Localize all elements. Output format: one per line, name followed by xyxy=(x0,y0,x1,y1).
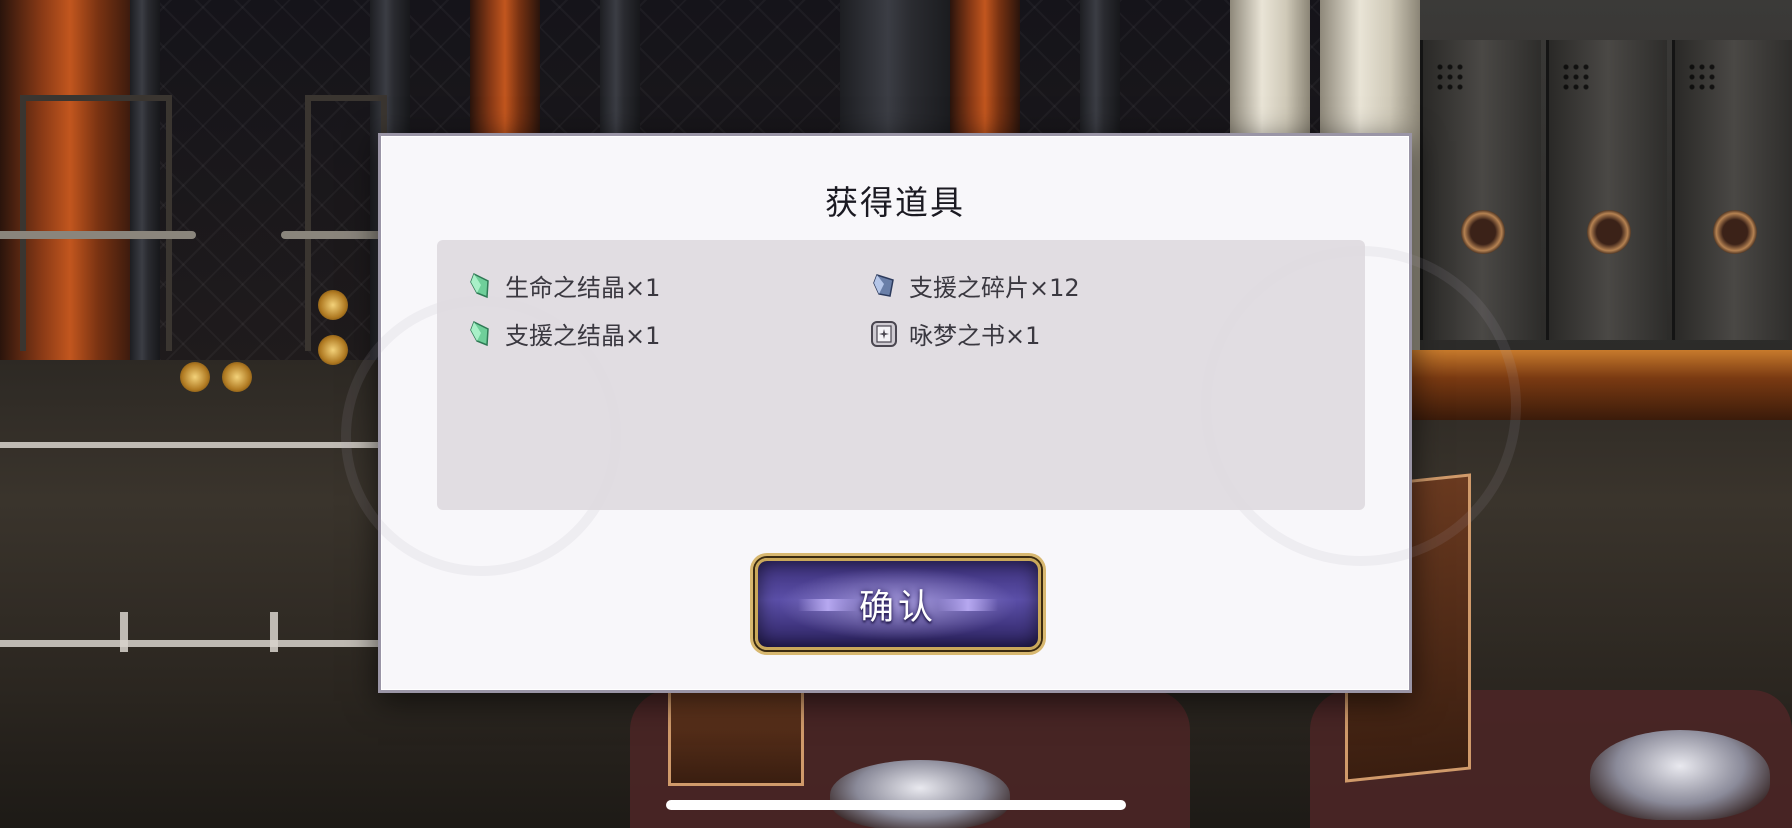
dumbbell xyxy=(318,290,348,320)
blue-shard-icon xyxy=(869,271,899,301)
floor-line xyxy=(0,442,380,448)
dialog-title: 获得道具 xyxy=(825,183,965,222)
dumbbell xyxy=(180,362,210,392)
dumbbell xyxy=(318,335,348,365)
reward-item-label: 支援之结晶×1 xyxy=(505,322,661,350)
home-indicator[interactable] xyxy=(666,800,1126,810)
floor-line xyxy=(0,640,380,647)
button-ornament xyxy=(798,599,858,611)
items-panel: 生命之结晶×1 支援之碎片×12 支援之结晶×1 咏梦之书×1 xyxy=(437,240,1365,510)
exercise-machine xyxy=(1590,730,1770,820)
exercise-machine xyxy=(830,760,1010,828)
reward-dialog: 获得道具 生命之结晶×1 支援之碎片×12 支援之结晶×1 咏梦之书×1 确认 xyxy=(341,133,1521,693)
confirm-button-label: 确认 xyxy=(858,587,937,628)
reward-item: 支援之碎片×12 xyxy=(869,268,1080,303)
confirm-button[interactable]: 确认 xyxy=(755,558,1041,650)
reward-item: 咏梦之书×1 xyxy=(869,316,1040,351)
floor-line xyxy=(270,612,278,652)
dumbbell xyxy=(222,362,252,392)
locker xyxy=(1546,40,1667,340)
dream-book-icon xyxy=(869,319,899,349)
locker xyxy=(1672,40,1792,340)
weight-rack xyxy=(281,95,411,351)
reward-item-label: 生命之结晶×1 xyxy=(505,274,661,302)
weight-rack xyxy=(0,95,196,351)
button-ornament xyxy=(938,599,998,611)
floor-line xyxy=(120,612,128,652)
reward-item-label: 咏梦之书×1 xyxy=(909,322,1041,350)
green-crystal-icon xyxy=(465,271,495,301)
info-sign xyxy=(668,680,804,786)
reward-item: 支援之结晶×1 xyxy=(465,316,660,351)
reward-item: 生命之结晶×1 xyxy=(465,268,660,303)
reward-item-label: 支援之碎片×12 xyxy=(909,274,1080,302)
green-crystal-icon xyxy=(465,319,495,349)
